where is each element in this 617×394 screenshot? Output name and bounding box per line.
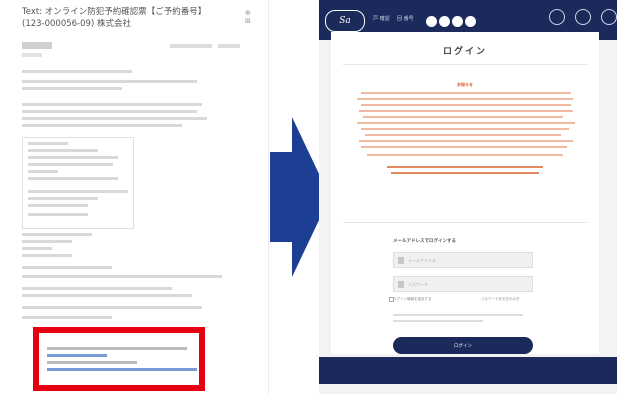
lock-icon	[398, 281, 404, 288]
account-icon[interactable]	[549, 9, 565, 25]
email-placeholder: メールアドレス	[408, 258, 436, 263]
body-line	[28, 142, 68, 145]
body-line	[28, 190, 128, 193]
notice-heading: お知らせ	[457, 82, 473, 87]
sender-name	[22, 42, 52, 49]
body-line	[22, 80, 197, 83]
email-panel: Text: オンライン防犯予約確認票【ご予約番号】(123-000056-09)…	[0, 0, 269, 394]
nav-item-number[interactable]: 回 番号	[397, 15, 414, 22]
login-card: ログイン お知らせ メールアドレスでログインする メールアドレス パスワード ロ…	[331, 32, 599, 370]
notice-line	[367, 154, 563, 156]
notice-line	[361, 128, 569, 130]
email-reply-icons[interactable]	[218, 44, 240, 48]
body-line	[22, 247, 52, 250]
notice-line	[365, 134, 561, 136]
body-line	[28, 163, 113, 166]
body-line	[22, 117, 207, 120]
body-line	[28, 156, 118, 159]
highlighted-link-box	[33, 327, 205, 391]
notice-line	[361, 92, 571, 94]
help-line	[393, 320, 483, 322]
body-line	[22, 124, 182, 127]
body-line	[28, 213, 88, 216]
body-line	[22, 306, 202, 309]
body-line	[22, 233, 92, 236]
body-line	[22, 110, 197, 113]
login-method-label: メールアドレスでログインする	[393, 239, 456, 244]
body-line	[22, 240, 72, 243]
notice-line	[359, 110, 573, 112]
email-field[interactable]: メールアドレス	[393, 252, 533, 268]
divider	[343, 222, 587, 223]
notice-line	[357, 98, 573, 100]
password-field[interactable]: パスワード	[393, 276, 533, 292]
notice-emphasis	[391, 172, 539, 174]
help-line	[393, 314, 523, 316]
login-link[interactable]	[47, 368, 197, 371]
body-line	[28, 177, 118, 180]
notice-line	[361, 104, 571, 106]
body-line	[22, 70, 132, 73]
website-panel: Sa 戸 確認 回 番号 ログイン お知らせ メールアドレスでログインする メー…	[319, 0, 617, 394]
email-action-icons[interactable]: ⊕ ⊞	[245, 9, 268, 25]
body-line	[28, 197, 98, 200]
mail-icon	[398, 257, 404, 264]
notice-line	[361, 146, 567, 148]
sender-address	[22, 53, 42, 57]
body-line	[22, 275, 222, 278]
body-line	[22, 103, 202, 106]
divider	[343, 64, 587, 65]
email-date	[170, 44, 212, 48]
forgot-password-link[interactable]: パスワードをお忘れの方	[481, 297, 520, 302]
body-line	[22, 266, 112, 269]
body-line	[28, 170, 58, 173]
link-caption	[47, 347, 187, 350]
site-logo[interactable]: Sa	[325, 10, 365, 32]
site-footer	[319, 357, 617, 384]
link-caption	[47, 361, 137, 364]
nav-item-confirm[interactable]: 戸 確認	[373, 15, 390, 22]
notice-line	[357, 122, 575, 124]
notice-line	[359, 140, 573, 142]
body-line	[22, 87, 122, 90]
step-counter	[426, 12, 478, 31]
reservation-link[interactable]	[47, 354, 107, 357]
body-line	[22, 294, 192, 297]
body-line	[28, 149, 98, 152]
body-line	[22, 287, 172, 290]
home-icon[interactable]	[601, 9, 617, 25]
body-line	[22, 254, 72, 257]
notice-emphasis	[387, 166, 543, 168]
email-subject: Text: オンライン防犯予約確認票【ご予約番号】(123-000056-09)…	[22, 7, 207, 29]
body-line	[28, 204, 88, 207]
page-title: ログイン	[442, 47, 487, 57]
notice-line	[363, 116, 563, 118]
body-line	[22, 316, 112, 319]
menu-icon[interactable]	[575, 9, 591, 25]
login-button[interactable]: ログイン	[393, 337, 533, 354]
password-placeholder: パスワード	[408, 282, 428, 287]
remember-label: ログイン情報を保存する	[393, 297, 432, 301]
